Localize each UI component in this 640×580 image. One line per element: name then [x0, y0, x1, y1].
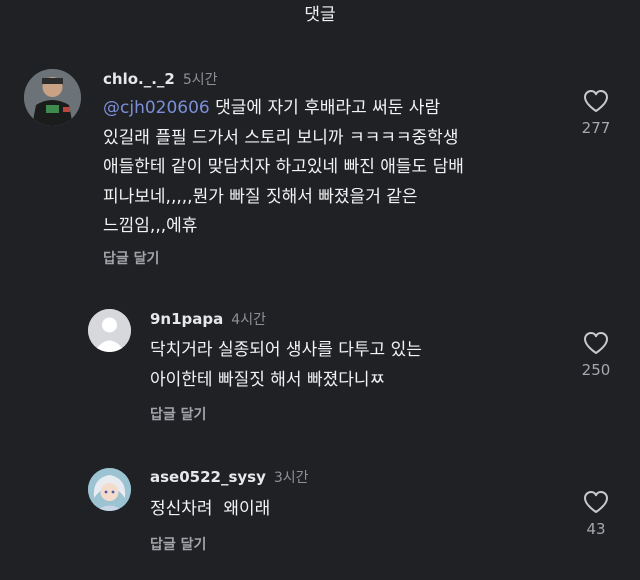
like-count: 277 — [581, 119, 611, 137]
avatar[interactable] — [88, 468, 131, 511]
reply-item: 9n1papa 4시간 닥치거라 실종되어 생사를 다투고 있는 아이한테 빠질짓… — [0, 300, 640, 430]
comment-meta: 9n1papa 4시간 — [150, 309, 266, 329]
comment-text: 닥치거라 실종되어 생사를 다투고 있는 아이한테 빠질짓 해서 빠졌다니ㅉ — [150, 340, 422, 390]
avatar-image — [88, 468, 131, 511]
like-button[interactable]: 43 — [566, 490, 626, 538]
page-title: 댓글 — [304, 5, 336, 25]
avatar[interactable] — [88, 309, 131, 352]
comment-item: chlo._._2 5시간 @cjh020606 댓글에 자기 후배라고 써둔 사… — [0, 60, 640, 275]
mention-link[interactable]: @cjh020606 — [103, 98, 210, 118]
username[interactable]: chlo._._2 — [103, 70, 175, 88]
reply-button[interactable]: 답글 달기 — [150, 404, 206, 424]
like-count: 43 — [586, 520, 606, 538]
comment-text: @cjh020606 댓글에 자기 후배라고 써둔 사람 있길래 플필 드가서 … — [103, 94, 464, 242]
like-button[interactable]: 277 — [566, 89, 626, 137]
comment-meta: ase0522_sysy 3시간 — [150, 467, 309, 487]
comment-text: 정신차려 왜이래 — [150, 499, 271, 519]
timestamp: 4시간 — [231, 312, 266, 328]
comment-body: 댓글에 자기 후배라고 써둔 사람 있길래 플필 드가서 스토리 보니까 ㅋㅋㅋ… — [103, 98, 464, 236]
timestamp: 5시간 — [182, 72, 218, 88]
default-avatar-icon — [88, 309, 131, 352]
like-count: 250 — [581, 361, 611, 379]
avatar[interactable] — [24, 69, 81, 126]
heart-icon — [584, 491, 608, 513]
reply-item: ase0522_sysy 3시간 정신차려 왜이래 답글 달기 43 — [0, 459, 640, 569]
comment-meta: chlo._._2 5시간 — [103, 69, 218, 89]
like-button[interactable]: 250 — [566, 331, 626, 379]
heart-icon — [584, 90, 608, 112]
timestamp: 3시간 — [273, 470, 309, 486]
reply-button[interactable]: 답글 달기 — [150, 534, 206, 554]
avatar-image — [24, 69, 81, 126]
reply-button[interactable]: 답글 달기 — [103, 248, 159, 268]
username[interactable]: ase0522_sysy — [150, 468, 266, 486]
heart-icon — [584, 332, 608, 354]
username[interactable]: 9n1papa — [150, 310, 223, 328]
